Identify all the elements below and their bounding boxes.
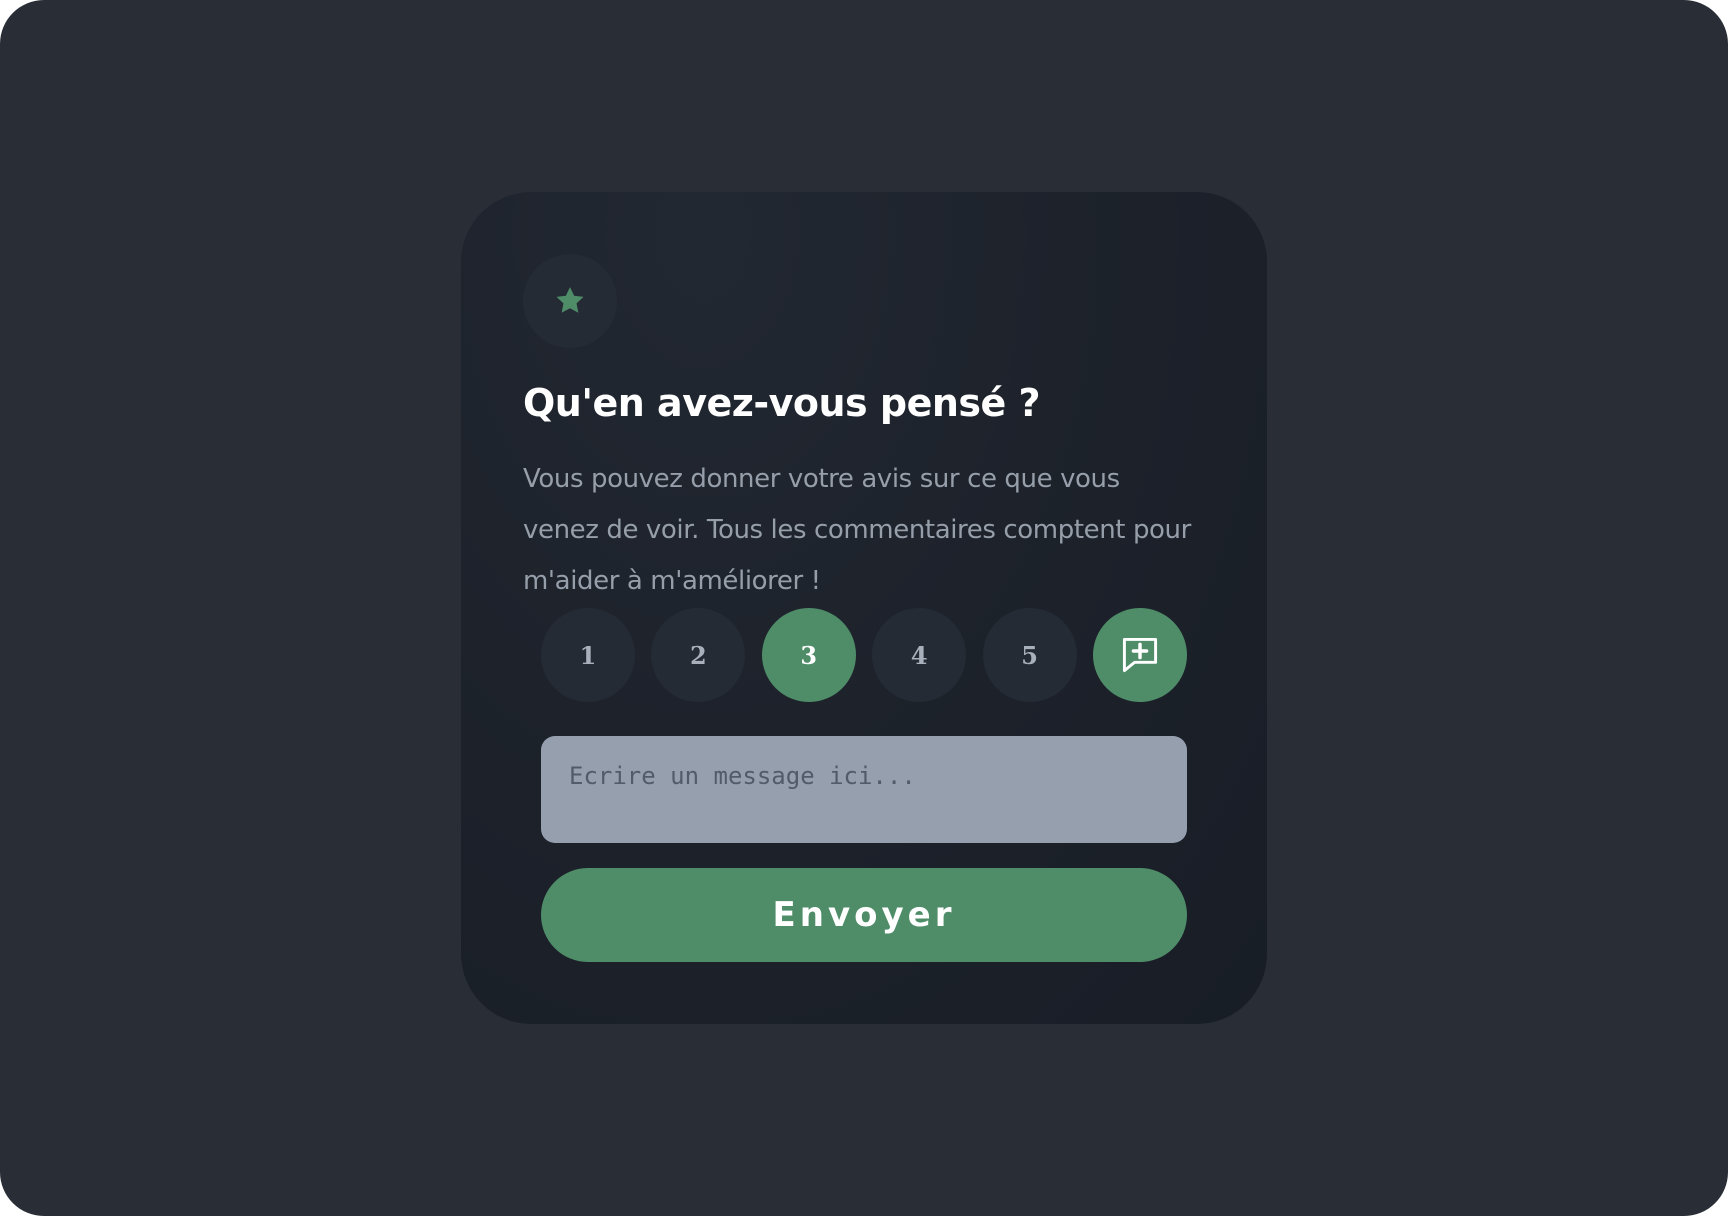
rating-options: 1 2 3 4 5 [541, 608, 1187, 702]
feedback-description: Vous pouvez donner votre avis sur ce que… [523, 464, 1191, 596]
rating-button-3[interactable]: 3 [761, 608, 856, 702]
rating-button-1[interactable]: 1 [541, 608, 635, 702]
rating-button-4[interactable]: 4 [872, 608, 967, 702]
feedback-card: Qu'en avez-vous pensé ? Vous pouvez donn… [461, 192, 1267, 1024]
send-button[interactable]: Envoyer [541, 868, 1187, 962]
star-badge [523, 254, 617, 348]
add-comment-icon [1122, 637, 1158, 673]
rating-button-2[interactable]: 2 [651, 608, 746, 702]
rating-button-5[interactable]: 5 [982, 608, 1077, 702]
message-input[interactable] [541, 736, 1187, 843]
app-background: Qu'en avez-vous pensé ? Vous pouvez donn… [0, 0, 1728, 1216]
star-icon [556, 287, 584, 313]
feedback-title: Qu'en avez-vous pensé ? [523, 381, 1041, 425]
add-comment-button[interactable] [1092, 608, 1187, 702]
